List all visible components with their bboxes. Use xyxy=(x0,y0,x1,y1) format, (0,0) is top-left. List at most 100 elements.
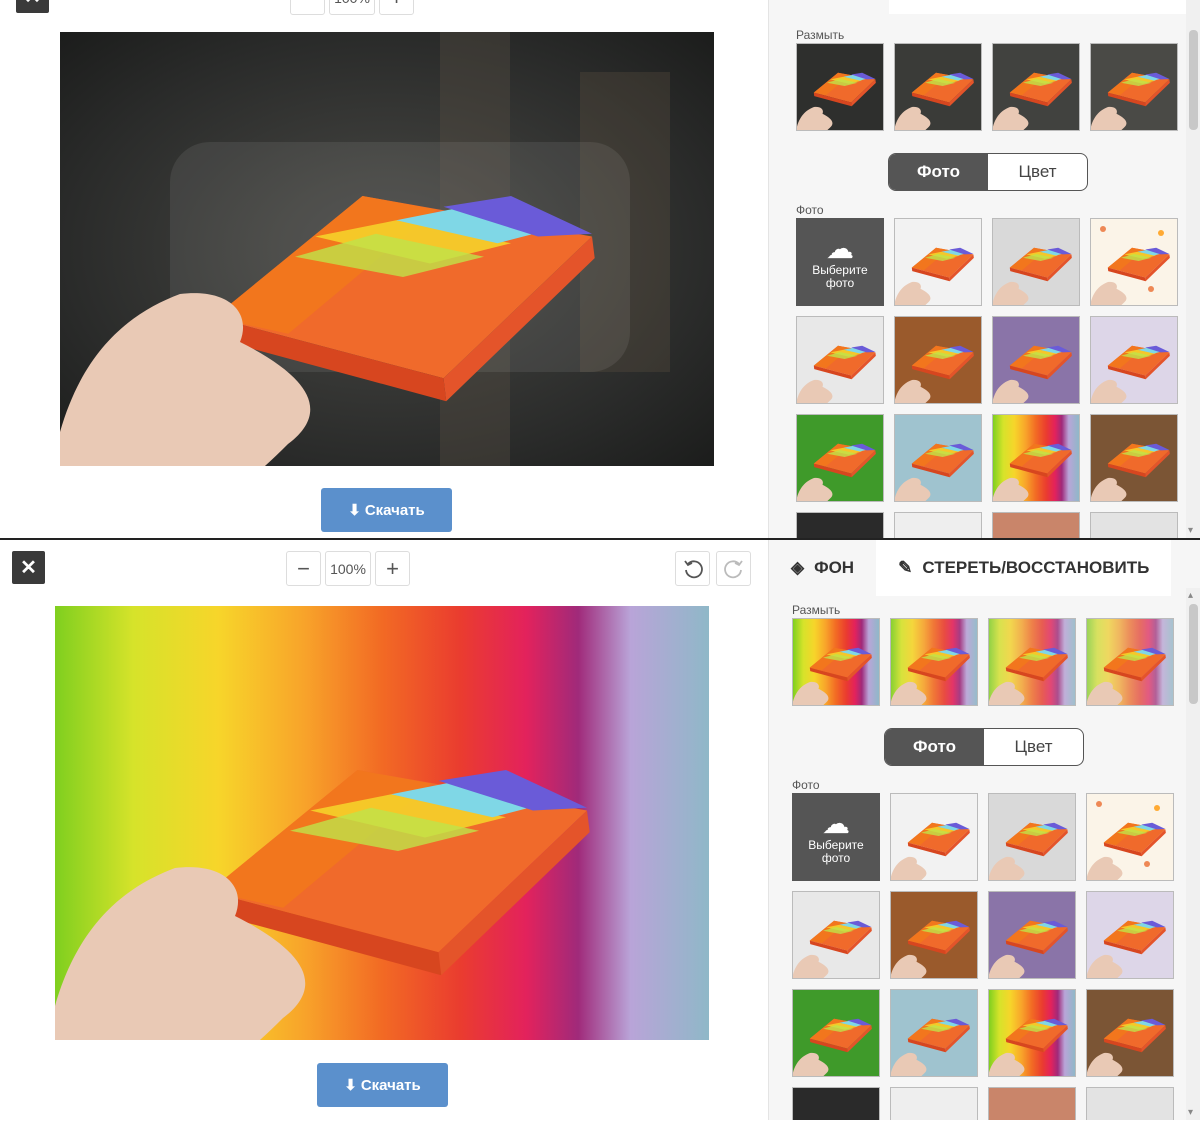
segment-color[interactable]: Цвет xyxy=(984,729,1083,765)
blur-thumb-1[interactable] xyxy=(792,618,880,706)
zoom-out-button[interactable]: − xyxy=(290,0,325,15)
bg-thumb-wood-stripes[interactable] xyxy=(890,891,978,979)
blur-thumb-4[interactable] xyxy=(1090,43,1178,131)
bg-thumb-wood[interactable] xyxy=(1090,414,1178,502)
tab-background-label: ФОН xyxy=(814,558,855,577)
segment-color[interactable]: Цвет xyxy=(988,154,1087,190)
tab-erase-restore[interactable] xyxy=(889,0,1200,14)
download-button[interactable]: ⬇ Скачать xyxy=(321,488,452,532)
bg-thumb-dark-room[interactable] xyxy=(792,1087,880,1120)
bg-thumb-bokeh[interactable] xyxy=(890,989,978,1077)
tab-background[interactable]: ◈ ФОН xyxy=(769,540,876,596)
bg-thumb-lavender[interactable] xyxy=(1090,316,1178,404)
scrollbar-thumb[interactable] xyxy=(1189,30,1198,130)
bg-thumb-grey[interactable] xyxy=(1090,512,1178,538)
zoom-in-button[interactable]: + xyxy=(379,0,414,15)
download-icon: ⬇ xyxy=(344,1077,357,1094)
sidebar: Размыть Фото Цвет Фото ☁ Выберите фото ▾ xyxy=(768,0,1200,538)
bg-thumb-dots[interactable] xyxy=(1086,793,1174,881)
bg-thumb-white[interactable] xyxy=(890,793,978,881)
cloud-upload-icon: ☁ xyxy=(822,808,850,839)
blur-thumb-4[interactable] xyxy=(1086,618,1174,706)
scrollbar-thumb[interactable] xyxy=(1189,604,1198,704)
blur-section-label: Размыть xyxy=(796,28,845,42)
bg-thumb-grass[interactable] xyxy=(792,989,880,1077)
blur-thumbs xyxy=(792,618,1174,706)
editor-area: ✕ − 100% + ⬇ Скачать xyxy=(0,540,768,1120)
bg-thumb-marble[interactable] xyxy=(988,793,1076,881)
tab-erase-restore[interactable]: ✎ СТЕРЕТЬ/ВОССТАНОВИТЬ xyxy=(876,540,1172,596)
undo-button[interactable] xyxy=(675,551,710,586)
upload-label-line2: фото xyxy=(825,276,855,290)
bg-thumb-purple[interactable] xyxy=(992,316,1080,404)
cloud-upload-icon: ☁ xyxy=(826,233,854,264)
upload-label-line2: фото xyxy=(821,851,851,865)
sidebar-tabs: ◈ ФОН ✎ СТЕРЕТЬ/ВОССТАНОВИТЬ xyxy=(769,540,1200,596)
bg-thumb-rainbow[interactable] xyxy=(992,414,1080,502)
bg-thumb-wood-stripes[interactable] xyxy=(894,316,982,404)
zoom-in-button[interactable]: + xyxy=(375,551,410,586)
bg-thumb-light[interactable] xyxy=(796,316,884,404)
segment-photo[interactable]: Фото xyxy=(885,729,984,765)
close-button[interactable]: ✕ xyxy=(12,551,45,584)
sidebar-scrollbar[interactable]: ▾ xyxy=(1186,0,1200,538)
photo-grid: ☁ Выберите фото xyxy=(796,218,1178,538)
upload-photo-button[interactable]: ☁ Выберите фото xyxy=(796,218,884,306)
layers-icon: ◈ xyxy=(791,558,805,577)
bg-thumb-grey[interactable] xyxy=(1086,1087,1174,1120)
blur-thumb-2[interactable] xyxy=(894,43,982,131)
bg-thumb-purple[interactable] xyxy=(988,891,1076,979)
bg-thumb-plain[interactable] xyxy=(894,512,982,538)
history-controls xyxy=(675,551,751,586)
bg-thumb-plain[interactable] xyxy=(890,1087,978,1120)
zoom-value: 100% xyxy=(329,0,375,15)
bg-thumb-white[interactable] xyxy=(894,218,982,306)
sidebar: ◈ ФОН ✎ СТЕРЕТЬ/ВОССТАНОВИТЬ Размыть Фот… xyxy=(768,540,1200,1120)
tab-background[interactable] xyxy=(769,0,889,14)
zoom-out-button[interactable]: − xyxy=(286,551,321,586)
segment-photo[interactable]: Фото xyxy=(889,154,988,190)
scroll-up-icon[interactable]: ▴ xyxy=(1188,590,1193,601)
close-button[interactable]: ✕ xyxy=(16,0,49,13)
download-label: Скачать xyxy=(360,1076,421,1094)
scroll-down-icon[interactable]: ▾ xyxy=(1188,525,1193,536)
blur-section-label: Размыть xyxy=(792,603,841,617)
bg-thumb-marble[interactable] xyxy=(992,218,1080,306)
photo-color-toggle: Фото Цвет xyxy=(884,728,1084,766)
bg-thumb-food[interactable] xyxy=(992,512,1080,538)
bg-thumb-grass[interactable] xyxy=(796,414,884,502)
sidebar-scrollbar[interactable]: ▴ ▾ xyxy=(1186,588,1200,1120)
upload-photo-button[interactable]: ☁ Выберите фото xyxy=(792,793,880,881)
photo-section-label: Фото xyxy=(796,203,824,217)
blur-thumb-3[interactable] xyxy=(992,43,1080,131)
download-button[interactable]: ⬇ Скачать xyxy=(317,1063,448,1107)
edited-photo-blurred-background xyxy=(60,32,714,466)
bg-thumb-lavender[interactable] xyxy=(1086,891,1174,979)
undo-icon xyxy=(683,559,703,578)
bg-thumb-dark-room[interactable] xyxy=(796,512,884,538)
download-label: Скачать xyxy=(364,501,425,519)
bg-thumb-rainbow[interactable] xyxy=(988,989,1076,1077)
close-icon: ✕ xyxy=(20,557,37,579)
zoom-control: − 100% + xyxy=(290,0,414,15)
bg-thumb-dots[interactable] xyxy=(1090,218,1178,306)
image-canvas[interactable] xyxy=(55,606,709,1040)
edited-photo-rainbow-background xyxy=(55,606,709,1040)
bg-thumb-light[interactable] xyxy=(792,891,880,979)
blur-thumb-3[interactable] xyxy=(988,618,1076,706)
redo-icon xyxy=(723,559,743,578)
tab-erase-label: СТЕРЕТЬ/ВОССТАНОВИТЬ xyxy=(922,558,1150,577)
close-icon: ✕ xyxy=(24,0,41,9)
photo-grid: ☁ Выберите фото xyxy=(792,793,1174,1120)
scroll-down-icon[interactable]: ▾ xyxy=(1188,1107,1193,1118)
photo-section-label: Фото xyxy=(792,778,820,792)
bg-thumb-wood[interactable] xyxy=(1086,989,1174,1077)
bg-thumb-bokeh[interactable] xyxy=(894,414,982,502)
blur-thumb-1[interactable] xyxy=(796,43,884,131)
blur-thumb-2[interactable] xyxy=(890,618,978,706)
zoom-control: − 100% + xyxy=(286,551,410,586)
photo-color-toggle: Фото Цвет xyxy=(888,153,1088,191)
redo-button[interactable] xyxy=(716,551,751,586)
image-canvas[interactable] xyxy=(60,32,714,466)
bg-thumb-food[interactable] xyxy=(988,1087,1076,1120)
